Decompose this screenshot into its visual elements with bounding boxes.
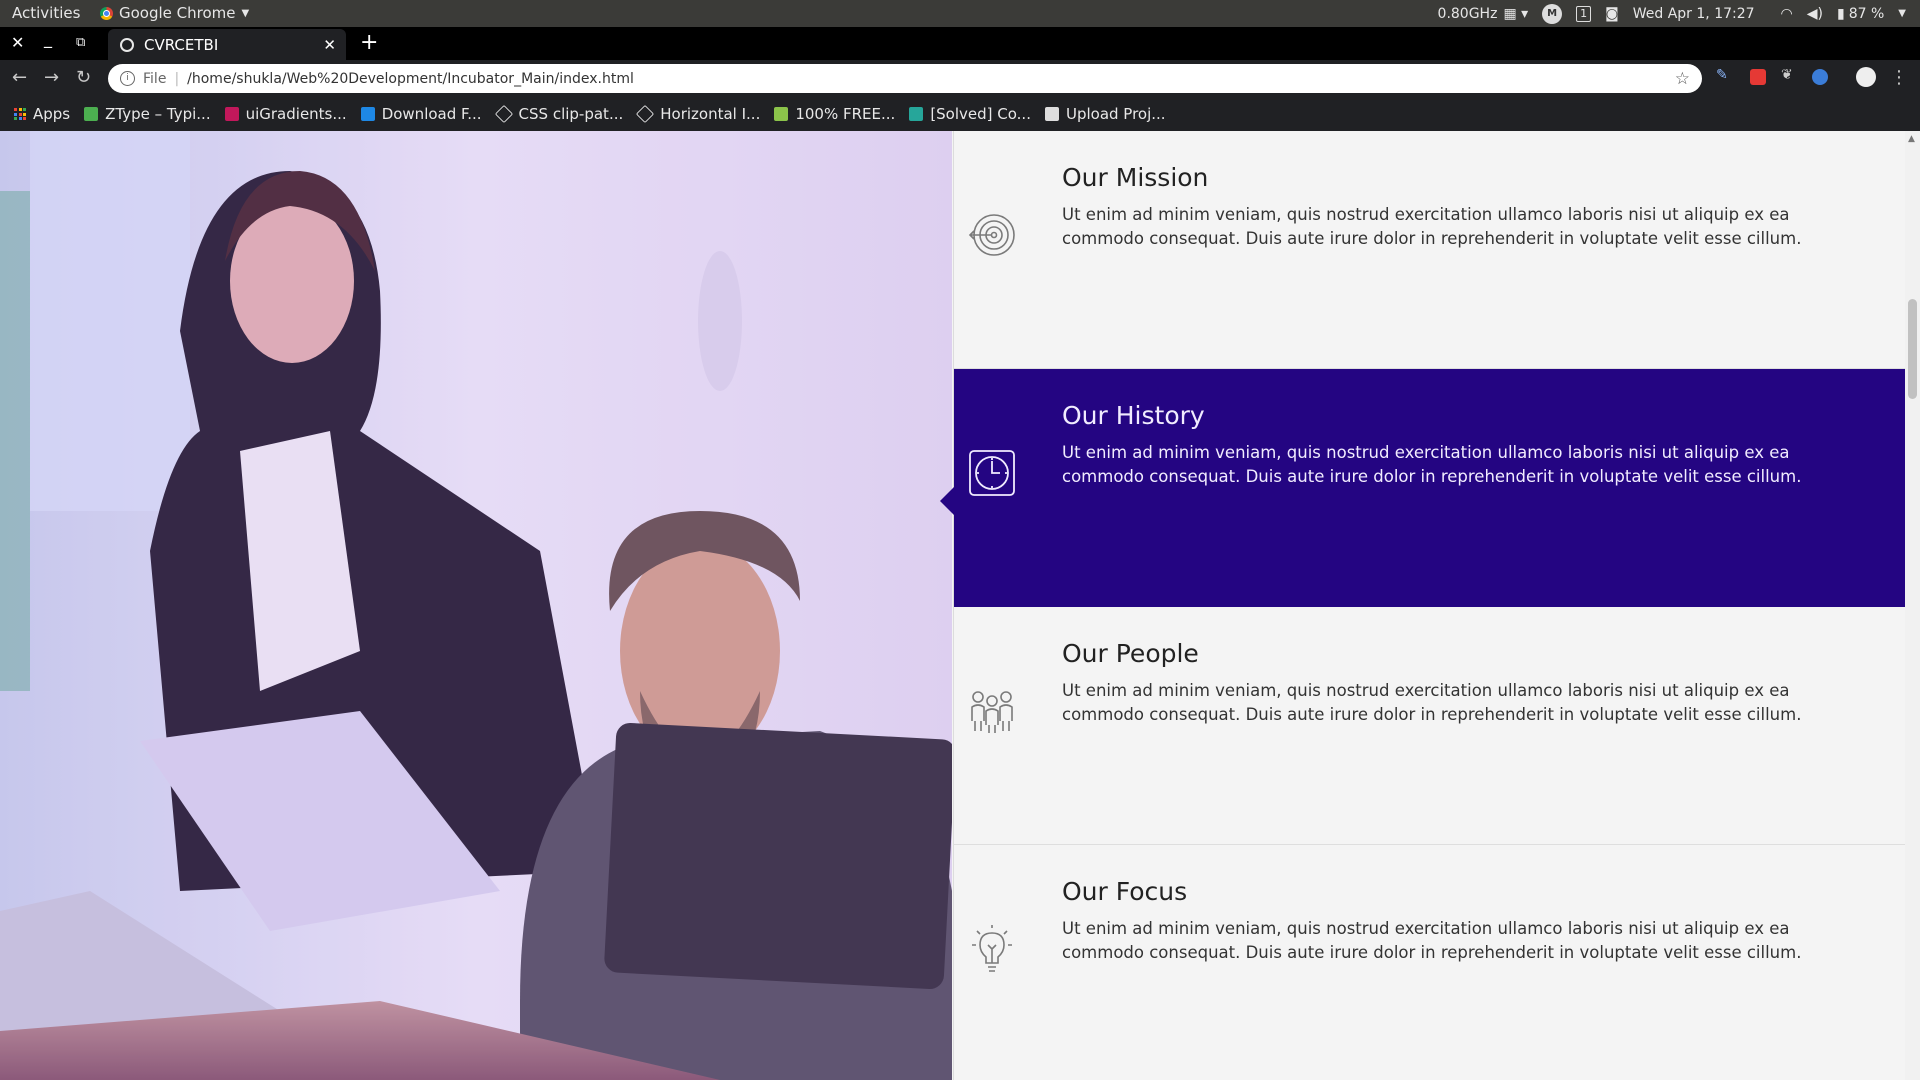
bookmark-label: uiGradients...: [245, 105, 347, 123]
translate-extension-icon[interactable]: [1812, 69, 1828, 85]
minimize-window-icon[interactable]: _: [44, 29, 52, 48]
tab-strip: ✕ _ ⧉ CVRCETBI ✕ +: [0, 27, 1920, 60]
section-heading: Our Focus: [1062, 877, 1188, 906]
info-icon[interactable]: i: [120, 71, 135, 86]
target-icon: [968, 211, 1016, 259]
battery-icon[interactable]: ▮: [1837, 6, 1845, 22]
more-menu-icon[interactable]: ⋮: [1890, 67, 1908, 88]
page-viewport: Our Mission Ut enim ad minim veniam, qui…: [0, 131, 1920, 1080]
url-text[interactable]: /home/shukla/Web%20Development/Incubator…: [187, 71, 1675, 87]
bookmark-label: ZType – Typi...: [105, 105, 211, 123]
clock[interactable]: Wed Apr 1, 17:27: [1633, 6, 1755, 22]
volume-icon[interactable]: ◀): [1807, 6, 1823, 22]
bookmark-label: Apps: [33, 105, 71, 123]
url-scheme: File: [143, 70, 167, 87]
bookmark-item[interactable]: [Solved] Co...: [909, 105, 1031, 123]
bookmark-star-icon[interactable]: ☆: [1675, 69, 1690, 89]
download-icon: [360, 107, 375, 121]
section-our-mission[interactable]: Our Mission Ut enim ad minim veniam, qui…: [954, 131, 1906, 369]
bookmark-item[interactable]: Download F...: [360, 105, 482, 123]
team-photo: [0, 131, 952, 1080]
about-sections: Our Mission Ut enim ad minim veniam, qui…: [940, 131, 1906, 1080]
battery-level[interactable]: 87 %: [1849, 6, 1885, 22]
bookmark-label: Upload Proj...: [1065, 105, 1166, 123]
chevron-down-icon[interactable]: ▼: [1898, 8, 1906, 19]
bookmark-label: 100% FREE...: [795, 105, 896, 123]
wifi-icon[interactable]: ◠: [1781, 6, 1793, 22]
section-text: Ut enim ad minim veniam, quis nostrud ex…: [1062, 919, 1802, 962]
bookmark-label: Horizontal I...: [660, 105, 761, 123]
cpu-chip-icon: ▦ ▾: [1503, 5, 1529, 22]
activities-button[interactable]: Activities: [12, 4, 80, 22]
section-our-focus[interactable]: Our Focus Ut enim ad minim veniam, quis …: [954, 845, 1906, 1080]
chevron-down-icon: ▼: [241, 7, 250, 19]
uigradients-icon: [224, 107, 239, 121]
section-text: Ut enim ad minim veniam, quis nostrud ex…: [1062, 443, 1802, 486]
close-window-icon[interactable]: ✕: [11, 33, 24, 52]
scroll-up-icon[interactable]: ▲: [1908, 134, 1915, 144]
section-our-history[interactable]: Our History Ut enim ad minim veniam, qui…: [940, 369, 1906, 607]
section-our-people[interactable]: Our People Ut enim ad minim veniam, quis…: [954, 607, 1906, 845]
chrome-icon: [100, 6, 113, 20]
bookmark-label: Download F...: [381, 105, 482, 123]
video-extension-icon[interactable]: [1750, 69, 1766, 85]
lightbulb-icon: [968, 925, 1016, 973]
cpu-frequency[interactable]: 0.80GHz: [1438, 6, 1498, 22]
system-top-bar: Activities Google Chrome ▼ 0.80GHz ▦ ▾ M…: [0, 0, 1920, 27]
browser-tab[interactable]: CVRCETBI ✕: [108, 29, 346, 60]
bookmark-item[interactable]: ZType – Typi...: [84, 105, 211, 123]
bookmark-item[interactable]: Horizontal I...: [636, 104, 761, 124]
app-menu-label: Google Chrome: [119, 4, 236, 22]
scrollbar-thumb[interactable]: [1908, 299, 1917, 399]
photo-illustration: [0, 131, 952, 1080]
evernote-extension-icon[interactable]: ❦: [1781, 67, 1797, 83]
solved-icon: [909, 107, 924, 121]
forward-icon[interactable]: →: [44, 67, 59, 88]
reload-icon[interactable]: ↻: [76, 67, 91, 88]
app-menu[interactable]: Google Chrome ▼: [100, 4, 249, 22]
bookmark-item[interactable]: 100% FREE...: [774, 105, 895, 123]
system-tray: 0.80GHz ▦ ▾ M 1 ◙ Wed Apr 1, 17:27 ◠ ◀) …: [1438, 0, 1920, 27]
apps-grid-icon: [14, 108, 26, 120]
tm-icon: [1044, 107, 1059, 121]
bookmark-item[interactable]: Apps: [14, 105, 70, 123]
bookmark-label: [Solved] Co...: [930, 105, 1031, 123]
new-tab-icon[interactable]: +: [360, 30, 378, 55]
tray-extension-icon[interactable]: M: [1542, 3, 1563, 24]
section-text: Ut enim ad minim veniam, quis nostrud ex…: [1062, 205, 1802, 248]
url-separator: |: [174, 70, 180, 87]
tab-title: CVRCETBI: [144, 35, 219, 54]
profile-avatar-icon[interactable]: [1856, 67, 1876, 87]
page-scrollbar[interactable]: ▲: [1905, 131, 1920, 1080]
browser-toolbar: ← → ↻ i File | /home/shukla/Web%20Develo…: [0, 60, 1920, 97]
close-tab-icon[interactable]: ✕: [323, 36, 336, 54]
ztype-icon: [84, 107, 99, 121]
bookmark-item[interactable]: CSS clip-pat...: [494, 104, 624, 124]
people-icon: [968, 687, 1016, 735]
pen-extension-icon[interactable]: ✎: [1716, 67, 1732, 83]
back-icon[interactable]: ←: [12, 67, 27, 88]
restore-window-icon[interactable]: ⧉: [76, 35, 85, 50]
bookmarks-bar: Apps ZType – Typi... uiGradients... Downloa…: [0, 97, 1920, 131]
codepen-icon: [494, 104, 513, 124]
section-heading: Our History: [1062, 401, 1205, 430]
camera-icon[interactable]: ◙: [1605, 6, 1619, 22]
codepen-icon: [636, 104, 655, 124]
address-bar[interactable]: i File | /home/shukla/Web%20Development/…: [108, 64, 1702, 93]
bookmark-item[interactable]: Upload Proj...: [1044, 105, 1166, 123]
workspace-indicator[interactable]: 1: [1576, 5, 1592, 22]
bookmark-item[interactable]: uiGradients...: [224, 105, 347, 123]
active-pointer-arrow: [940, 487, 954, 515]
section-text: Ut enim ad minim veniam, quis nostrud ex…: [1062, 681, 1802, 724]
feather-icon: [774, 107, 789, 121]
globe-icon: [120, 37, 134, 52]
bookmark-label: CSS clip-pat...: [518, 105, 624, 123]
section-heading: Our Mission: [1062, 163, 1209, 192]
section-heading: Our People: [1062, 639, 1199, 668]
clock-icon: [968, 449, 1016, 497]
